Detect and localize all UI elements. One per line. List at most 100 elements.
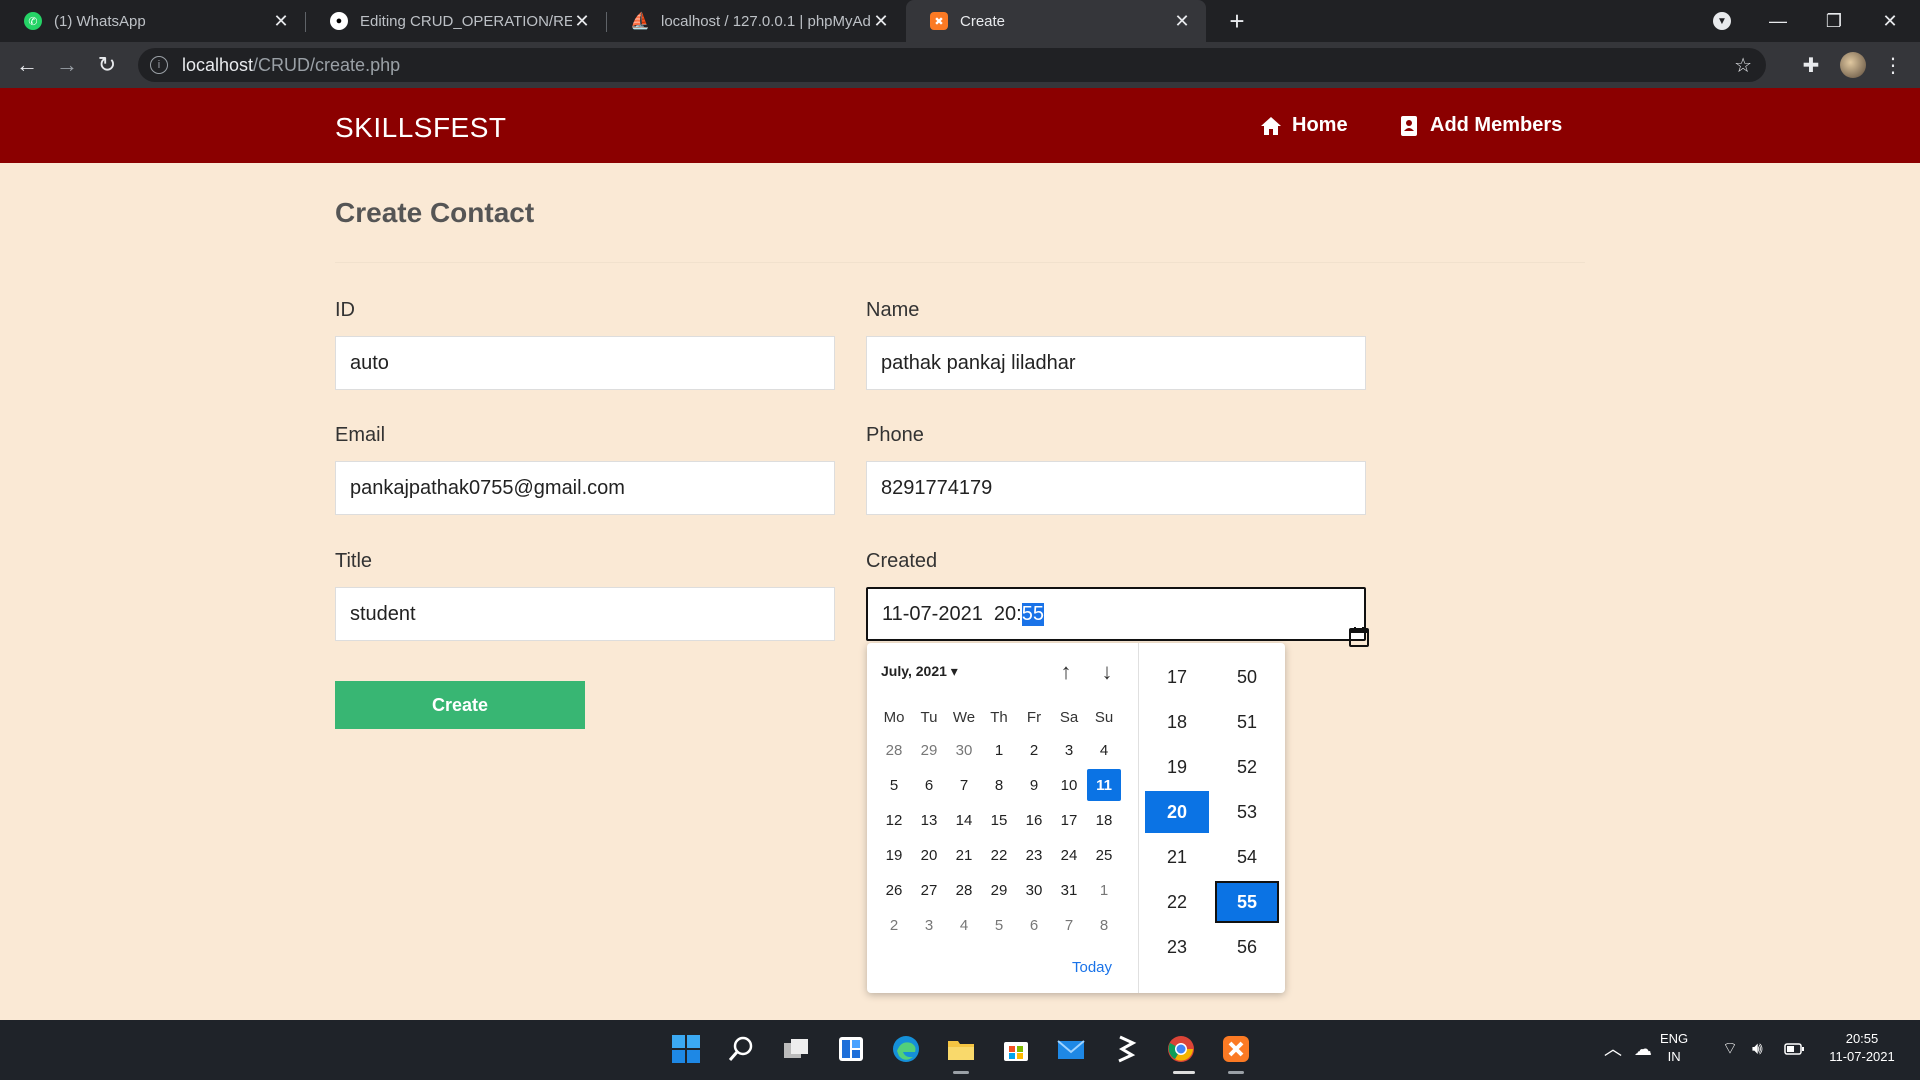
calendar-day[interactable]: 28 xyxy=(877,734,911,766)
onedrive-cloud-icon[interactable]: ☁ xyxy=(1634,1040,1652,1058)
minimize-button[interactable]: — xyxy=(1750,0,1806,42)
created-minute-segment[interactable]: 55 xyxy=(1021,602,1044,626)
sublime-icon[interactable] xyxy=(1109,1032,1143,1066)
calendar-day[interactable]: 4 xyxy=(1087,734,1121,766)
close-tab-icon[interactable]: ✕ xyxy=(271,11,291,31)
calendar-day[interactable]: 7 xyxy=(947,769,981,801)
calendar-day[interactable]: 21 xyxy=(947,839,981,871)
close-tab-icon[interactable]: ✕ xyxy=(1172,11,1192,31)
calendar-day[interactable]: 23 xyxy=(1017,839,1051,871)
created-datetime-input[interactable]: 11-07-2021 20: 55 xyxy=(866,587,1370,647)
forward-button[interactable]: → xyxy=(52,50,82,80)
nav-home-link[interactable]: Home xyxy=(1260,114,1348,137)
next-month-arrow-down-icon[interactable]: ↓ xyxy=(1094,659,1120,685)
tab-search-button[interactable]: ▼ xyxy=(1694,0,1750,42)
chrome-icon[interactable] xyxy=(1164,1032,1198,1066)
calendar-day[interactable]: 8 xyxy=(982,769,1016,801)
minute-option[interactable]: 55 xyxy=(1215,881,1279,923)
file-explorer-icon[interactable] xyxy=(944,1032,978,1066)
tray-chevron-up-icon[interactable]: ︿ xyxy=(1604,1040,1622,1058)
email-input[interactable]: pankajpathak0755@gmail.com xyxy=(335,461,835,515)
calendar-day[interactable]: 3 xyxy=(1052,734,1086,766)
calendar-day[interactable]: 3 xyxy=(912,909,946,941)
calendar-day[interactable]: 4 xyxy=(947,909,981,941)
reload-button[interactable]: ↻ xyxy=(92,50,122,80)
hour-option[interactable]: 22 xyxy=(1145,881,1209,923)
calendar-day[interactable]: 2 xyxy=(877,909,911,941)
calendar-day[interactable]: 25 xyxy=(1087,839,1121,871)
calendar-day[interactable]: 9 xyxy=(1017,769,1051,801)
battery-icon[interactable] xyxy=(1784,1042,1804,1060)
tab-github[interactable]: ● Editing CRUD_OPERATION/READ ✕ xyxy=(306,0,606,42)
calendar-day[interactable]: 7 xyxy=(1052,909,1086,941)
calendar-day[interactable]: 10 xyxy=(1052,769,1086,801)
today-link[interactable]: Today xyxy=(1072,959,1112,976)
bookmark-star-icon[interactable]: ☆ xyxy=(1734,53,1752,78)
mail-icon[interactable] xyxy=(1054,1032,1088,1066)
calendar-day[interactable]: 24 xyxy=(1052,839,1086,871)
restore-button[interactable]: ❐ xyxy=(1806,0,1862,42)
calendar-icon[interactable] xyxy=(1326,603,1370,647)
xampp-icon[interactable] xyxy=(1219,1032,1253,1066)
wifi-icon[interactable]: ⌔ xyxy=(1722,1040,1738,1058)
calendar-day[interactable]: 19 xyxy=(877,839,911,871)
hour-option[interactable]: 20 xyxy=(1145,791,1209,833)
calendar-day[interactable]: 1 xyxy=(982,734,1016,766)
calendar-day[interactable]: 26 xyxy=(877,874,911,906)
browser-menu-icon[interactable]: ⋮ xyxy=(1878,50,1908,80)
minute-option[interactable]: 50 xyxy=(1215,656,1279,698)
task-view-icon[interactable] xyxy=(779,1032,813,1066)
address-bar[interactable]: i localhost/CRUD/create.php ☆ xyxy=(138,48,1766,82)
tab-phpmyadmin[interactable]: ⛵ localhost / 127.0.0.1 | phpMyAdm ✕ xyxy=(607,0,905,42)
calendar-day[interactable]: 5 xyxy=(982,909,1016,941)
calendar-day[interactable]: 29 xyxy=(912,734,946,766)
name-input[interactable]: pathak pankaj liladhar xyxy=(866,336,1366,390)
windows-start-icon[interactable] xyxy=(669,1032,703,1066)
calendar-day[interactable]: 14 xyxy=(947,804,981,836)
extensions-puzzle-icon[interactable]: ✚ xyxy=(1796,50,1826,80)
calendar-day[interactable]: 28 xyxy=(947,874,981,906)
minute-option[interactable]: 51 xyxy=(1215,701,1279,743)
prev-month-arrow-up-icon[interactable]: ↑ xyxy=(1053,659,1079,685)
calendar-day[interactable]: 15 xyxy=(982,804,1016,836)
hour-option[interactable]: 21 xyxy=(1145,836,1209,878)
hour-option[interactable]: 17 xyxy=(1145,656,1209,698)
calendar-day[interactable]: 6 xyxy=(912,769,946,801)
hour-option[interactable]: 19 xyxy=(1145,746,1209,788)
calendar-day[interactable]: 13 xyxy=(912,804,946,836)
edge-icon[interactable] xyxy=(889,1032,923,1066)
title-input[interactable]: student xyxy=(335,587,835,641)
hour-option[interactable]: 18 xyxy=(1145,701,1209,743)
minute-option[interactable]: 53 xyxy=(1215,791,1279,833)
calendar-day[interactable]: 17 xyxy=(1052,804,1086,836)
calendar-day[interactable]: 11 xyxy=(1087,769,1121,801)
widgets-icon[interactable] xyxy=(834,1032,868,1066)
nav-add-members-link[interactable]: Add Members xyxy=(1398,114,1562,137)
site-info-icon[interactable]: i xyxy=(150,56,168,74)
language-indicator[interactable]: ENG IN xyxy=(1660,1030,1688,1066)
calendar-day[interactable]: 8 xyxy=(1087,909,1121,941)
volume-icon[interactable]: 🔊︎ xyxy=(1752,1040,1763,1058)
close-tab-icon[interactable]: ✕ xyxy=(871,11,891,31)
calendar-day[interactable]: 22 xyxy=(982,839,1016,871)
month-year-dropdown[interactable]: July, 2021 ▾ xyxy=(881,663,958,680)
create-button[interactable]: Create xyxy=(335,681,585,729)
tab-create[interactable]: ✖ Create ✕ xyxy=(906,0,1206,42)
calendar-day[interactable]: 29 xyxy=(982,874,1016,906)
minute-option[interactable]: 52 xyxy=(1215,746,1279,788)
store-icon[interactable] xyxy=(999,1032,1033,1066)
calendar-day[interactable]: 1 xyxy=(1087,874,1121,906)
calendar-day[interactable]: 5 xyxy=(877,769,911,801)
calendar-day[interactable]: 18 xyxy=(1087,804,1121,836)
minute-option[interactable]: 54 xyxy=(1215,836,1279,878)
calendar-day[interactable]: 16 xyxy=(1017,804,1051,836)
calendar-day[interactable]: 27 xyxy=(912,874,946,906)
new-tab-button[interactable]: + xyxy=(1222,6,1252,36)
calendar-day[interactable]: 30 xyxy=(947,734,981,766)
phone-input[interactable]: 8291774179 xyxy=(866,461,1366,515)
brand-logo-text[interactable]: SKILLSFEST xyxy=(335,112,507,144)
back-button[interactable]: ← xyxy=(12,50,42,80)
profile-avatar[interactable] xyxy=(1840,52,1866,78)
id-input[interactable]: auto xyxy=(335,336,835,390)
calendar-day[interactable]: 30 xyxy=(1017,874,1051,906)
